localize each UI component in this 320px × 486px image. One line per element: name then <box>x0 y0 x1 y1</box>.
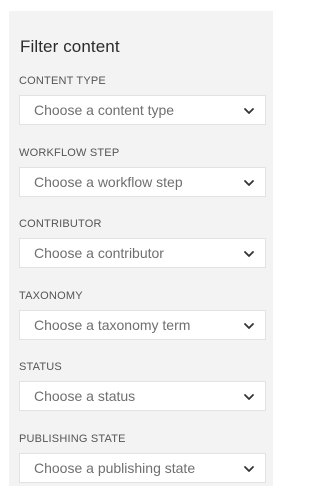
select-placeholder: Choose a content type <box>34 102 175 118</box>
panel-title: Filter content <box>20 37 120 56</box>
status-select[interactable]: Choose a status <box>19 381 266 411</box>
chevron-down-icon <box>243 463 255 475</box>
select-placeholder: Choose a taxonomy term <box>34 317 191 333</box>
chevron-down-icon <box>243 105 255 117</box>
filter-panel: Filter content CONTENT TYPE Choose a con… <box>9 11 273 486</box>
publishing-state-select[interactable]: Choose a publishing state <box>19 453 266 483</box>
filter-status: STATUS Choose a status <box>19 361 266 411</box>
filter-publishing-state: PUBLISHING STATE Choose a publishing sta… <box>19 433 266 483</box>
chevron-down-icon <box>243 177 255 189</box>
workflow-step-select[interactable]: Choose a workflow step <box>19 167 266 197</box>
chevron-down-icon <box>243 320 255 332</box>
chevron-down-icon <box>243 391 255 403</box>
contributor-select[interactable]: Choose a contributor <box>19 238 266 268</box>
filter-label: WORKFLOW STEP <box>19 147 120 159</box>
select-placeholder: Choose a contributor <box>34 245 164 261</box>
select-placeholder: Choose a workflow step <box>34 174 183 190</box>
filter-label: TAXONOMY <box>19 290 83 302</box>
taxonomy-select[interactable]: Choose a taxonomy term <box>19 310 266 340</box>
filter-label: CONTENT TYPE <box>19 75 106 87</box>
filter-taxonomy: TAXONOMY Choose a taxonomy term <box>19 290 266 340</box>
select-placeholder: Choose a status <box>34 388 136 404</box>
filter-label: PUBLISHING STATE <box>19 433 126 445</box>
filter-content-type: CONTENT TYPE Choose a content type <box>19 75 266 125</box>
filter-workflow-step: WORKFLOW STEP Choose a workflow step <box>19 147 266 197</box>
content-type-select[interactable]: Choose a content type <box>19 95 266 125</box>
filter-label: STATUS <box>19 361 62 373</box>
filter-label: CONTRIBUTOR <box>19 218 102 230</box>
filter-contributor: CONTRIBUTOR Choose a contributor <box>19 218 266 268</box>
chevron-down-icon <box>243 248 255 260</box>
select-placeholder: Choose a publishing state <box>34 460 196 476</box>
